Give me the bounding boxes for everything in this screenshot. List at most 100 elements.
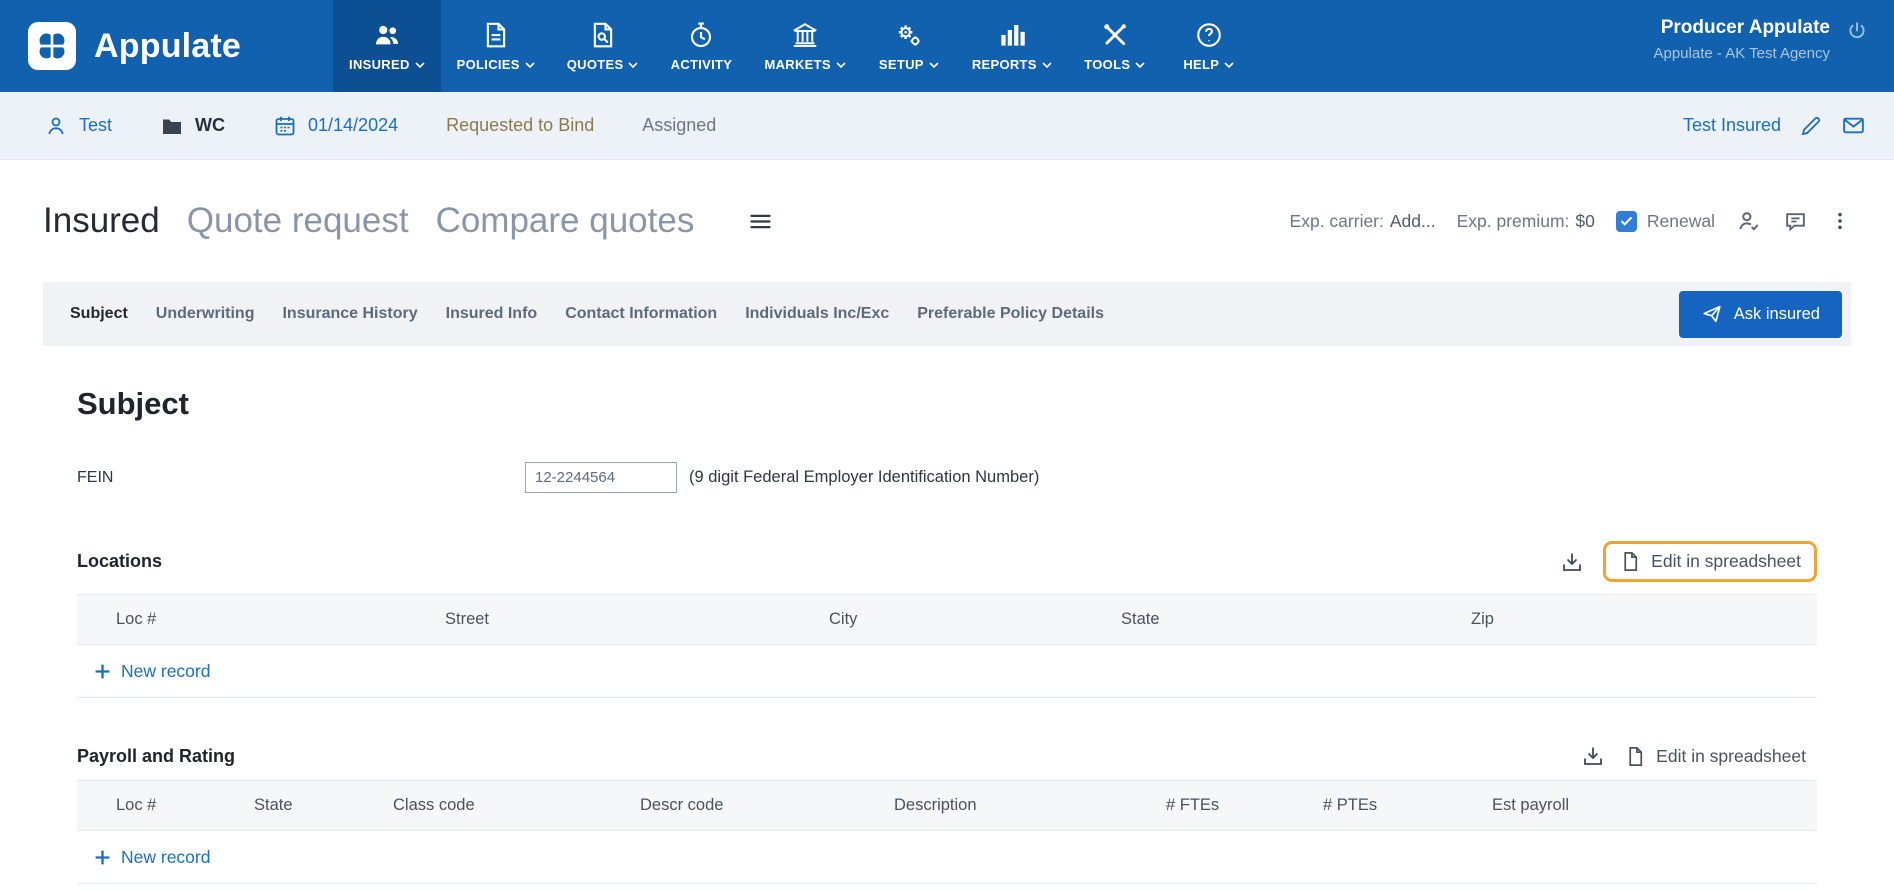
exp-carrier-label: Exp. carrier: bbox=[1290, 211, 1384, 232]
assignment-status[interactable]: Assigned bbox=[642, 115, 716, 136]
insured-quick-link-label: Test bbox=[79, 115, 112, 136]
fein-label: FEIN bbox=[77, 469, 525, 487]
fein-input[interactable] bbox=[525, 462, 677, 493]
exp-carrier-value: Add... bbox=[1390, 211, 1436, 232]
line-of-business[interactable]: WC bbox=[160, 114, 225, 138]
bar-chart-icon bbox=[997, 20, 1027, 50]
send-icon bbox=[1701, 303, 1723, 325]
column-header: Descr code bbox=[640, 796, 894, 815]
payroll-new-record-button[interactable]: New record bbox=[77, 831, 1817, 884]
insured-quick-link[interactable]: Test bbox=[44, 114, 112, 138]
tab-subject[interactable]: Subject bbox=[56, 305, 142, 323]
chevron-down-icon bbox=[415, 62, 425, 68]
status-badge[interactable]: Requested to Bind bbox=[446, 115, 594, 136]
nav-label: REPORTS bbox=[972, 57, 1037, 72]
section-tabs: Subject Underwriting Insurance History I… bbox=[43, 282, 1851, 346]
brand-name: Appulate bbox=[94, 27, 241, 66]
nav-label: INSURED bbox=[349, 57, 410, 72]
page-tab-quote-request[interactable]: Quote request bbox=[187, 201, 409, 241]
exp-premium[interactable]: Exp. premium:$0 bbox=[1457, 211, 1595, 232]
nav-reports[interactable]: REPORTS bbox=[956, 0, 1068, 92]
column-header: State bbox=[254, 796, 393, 815]
locations-new-record-button[interactable]: New record bbox=[77, 645, 1817, 698]
calendar-icon bbox=[273, 114, 297, 138]
column-header: Zip bbox=[1471, 610, 1817, 629]
nav-label: QUOTES bbox=[567, 57, 624, 72]
top-nav: Appulate INSURED POLICIES QUOTES ACTIVIT… bbox=[0, 0, 1894, 92]
plus-icon bbox=[94, 849, 111, 866]
menu-icon[interactable] bbox=[747, 208, 774, 235]
download-icon[interactable] bbox=[1581, 744, 1605, 768]
gears-icon bbox=[894, 20, 924, 50]
nav-policies[interactable]: POLICIES bbox=[441, 0, 551, 92]
test-insured-link[interactable]: Test Insured bbox=[1683, 115, 1781, 136]
chevron-down-icon bbox=[628, 62, 638, 68]
main-content: Insured Quote request Compare quotes Exp… bbox=[0, 160, 1894, 884]
tab-underwriting[interactable]: Underwriting bbox=[142, 305, 269, 323]
nav-label: ACTIVITY bbox=[671, 57, 733, 72]
locations-title: Locations bbox=[77, 551, 162, 572]
notes-icon[interactable] bbox=[1783, 209, 1808, 234]
renewal-checkbox[interactable] bbox=[1616, 211, 1637, 232]
plus-icon bbox=[94, 663, 111, 680]
folder-icon bbox=[160, 114, 184, 138]
power-icon[interactable] bbox=[1846, 20, 1868, 47]
renewal-label: Renewal bbox=[1647, 211, 1715, 232]
exp-premium-label: Exp. premium: bbox=[1457, 211, 1570, 232]
chevron-down-icon bbox=[929, 62, 939, 68]
ask-insured-label: Ask insured bbox=[1734, 305, 1820, 324]
edit-in-spreadsheet-button[interactable]: Edit in spreadsheet bbox=[1603, 541, 1817, 582]
ask-insured-button[interactable]: Ask insured bbox=[1679, 291, 1842, 338]
page-tab-insured[interactable]: Insured bbox=[43, 201, 160, 241]
exp-carrier[interactable]: Exp. carrier: Add... bbox=[1290, 211, 1436, 232]
tab-insurance-history[interactable]: Insurance History bbox=[268, 305, 431, 323]
kebab-menu-icon[interactable] bbox=[1829, 210, 1851, 232]
tools-icon bbox=[1100, 20, 1130, 50]
column-header: # PTEs bbox=[1323, 796, 1492, 815]
subject-heading: Subject bbox=[77, 386, 1817, 422]
edit-pencil-icon[interactable] bbox=[1799, 114, 1823, 138]
chevron-down-icon bbox=[1224, 62, 1234, 68]
new-record-label: New record bbox=[121, 661, 210, 682]
effective-date[interactable]: 01/14/2024 bbox=[273, 114, 398, 138]
person-icon bbox=[44, 114, 68, 138]
edit-in-spreadsheet-button[interactable]: Edit in spreadsheet bbox=[1624, 745, 1806, 768]
new-record-label: New record bbox=[121, 847, 210, 868]
locations-header: Locations Edit in spreadsheet bbox=[77, 541, 1817, 582]
nav-setup[interactable]: SETUP bbox=[862, 0, 956, 92]
payroll-title: Payroll and Rating bbox=[77, 746, 235, 767]
tab-individuals-inc-exc[interactable]: Individuals Inc/Exc bbox=[731, 305, 903, 323]
column-header: Loc # bbox=[77, 610, 445, 629]
brand[interactable]: Appulate bbox=[0, 0, 241, 92]
nav-insured[interactable]: INSURED bbox=[333, 0, 441, 92]
nav-tools[interactable]: TOOLS bbox=[1068, 0, 1162, 92]
envelope-icon[interactable] bbox=[1841, 113, 1866, 138]
edit-in-spreadsheet-label: Edit in spreadsheet bbox=[1656, 746, 1806, 767]
download-icon[interactable] bbox=[1560, 550, 1584, 574]
page-header: Insured Quote request Compare quotes Exp… bbox=[43, 160, 1851, 282]
nav-quotes[interactable]: QUOTES bbox=[551, 0, 655, 92]
user-agency: Appulate - AK Test Agency bbox=[1653, 45, 1830, 62]
tab-insured-info[interactable]: Insured Info bbox=[432, 305, 552, 323]
payroll-table-header: Loc # State Class code Descr code Descri… bbox=[77, 780, 1817, 831]
nav-label: SETUP bbox=[879, 57, 924, 72]
nav-help[interactable]: HELP bbox=[1162, 0, 1256, 92]
help-icon bbox=[1194, 20, 1224, 50]
chevron-down-icon bbox=[525, 62, 535, 68]
file-icon bbox=[1624, 745, 1647, 768]
nav-markets[interactable]: MARKETS bbox=[748, 0, 861, 92]
person-check-icon[interactable] bbox=[1736, 208, 1762, 234]
exp-premium-value: $0 bbox=[1575, 211, 1594, 232]
tab-contact-information[interactable]: Contact Information bbox=[551, 305, 731, 323]
nav-label: HELP bbox=[1183, 57, 1219, 72]
stopwatch-icon bbox=[686, 20, 716, 50]
nav-activity[interactable]: ACTIVITY bbox=[654, 0, 748, 92]
column-header: Est payroll bbox=[1492, 796, 1817, 815]
chevron-down-icon bbox=[1135, 62, 1145, 68]
page-tab-compare-quotes[interactable]: Compare quotes bbox=[436, 201, 695, 241]
column-header: # FTEs bbox=[1166, 796, 1323, 815]
tab-preferable-policy-details[interactable]: Preferable Policy Details bbox=[903, 305, 1118, 323]
column-header: Street bbox=[445, 610, 829, 629]
appulate-logo-icon bbox=[28, 22, 76, 70]
column-header: Description bbox=[894, 796, 1166, 815]
